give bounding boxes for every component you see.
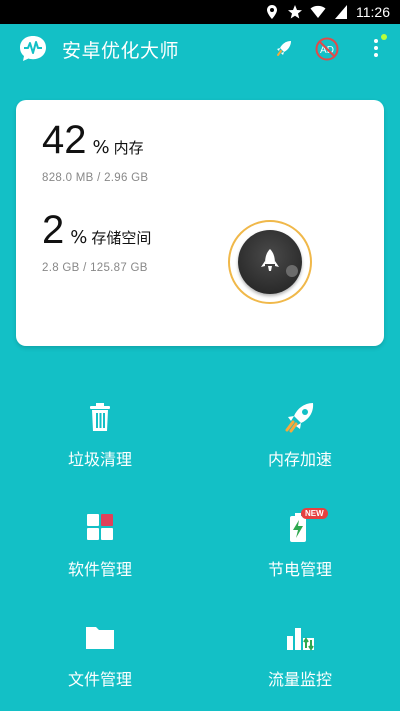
memory-detail: 828.0 MB / 2.96 GB bbox=[42, 172, 149, 184]
trash-icon bbox=[90, 403, 110, 431]
clock: 11:26 bbox=[356, 4, 390, 20]
memory-stat: 42% 内存 828.0 MB / 2.96 GB bbox=[42, 118, 148, 184]
feature-label: 文件管理 bbox=[67, 670, 132, 689]
feature-power-saving[interactable]: NEW 节电管理 bbox=[200, 500, 400, 600]
feature-label: 节电管理 bbox=[267, 560, 332, 579]
rocket-icon bbox=[261, 249, 279, 271]
memory-percent-unit: % bbox=[92, 137, 110, 158]
rocket-icon bbox=[277, 41, 291, 56]
storage-percent: 2 bbox=[42, 208, 65, 252]
feature-file-manager[interactable]: 文件管理 bbox=[0, 610, 200, 710]
feature-app-manager[interactable]: 软件管理 bbox=[0, 500, 200, 600]
app-title: 安卓优化大师 bbox=[62, 40, 180, 62]
star-icon bbox=[288, 5, 302, 19]
feature-label: 垃圾清理 bbox=[67, 450, 132, 469]
memory-label: 内存 bbox=[113, 139, 144, 157]
status-bar: 11:26 bbox=[0, 0, 400, 24]
rocket-icon bbox=[285, 403, 314, 433]
feature-label: 内存加速 bbox=[267, 450, 332, 469]
app-bar: 安卓优化大师 AD bbox=[0, 24, 400, 72]
notification-dot bbox=[381, 34, 387, 40]
feature-traffic-monitor[interactable]: 流量监控 bbox=[200, 610, 400, 710]
location-icon bbox=[267, 5, 277, 19]
ad-block-button[interactable]: AD bbox=[313, 35, 341, 63]
summary-card: 42% 内存 828.0 MB / 2.96 GB 2% 存储空间 2.8 GB /… bbox=[16, 100, 384, 346]
memory-percent: 42 bbox=[42, 118, 87, 162]
storage-detail: 2.8 GB / 125.87 GB bbox=[42, 262, 148, 274]
feature-junk-clean[interactable]: 垃圾清理 bbox=[0, 390, 200, 490]
storage-label: 存储空间 bbox=[91, 229, 152, 247]
apps-grid-icon bbox=[87, 514, 113, 540]
wifi-icon bbox=[310, 5, 326, 18]
storage-stat: 2% 存储空间 2.8 GB / 125.87 GB bbox=[42, 208, 151, 274]
boost-knob bbox=[286, 265, 298, 277]
feature-memory-boost[interactable]: 内存加速 bbox=[200, 390, 400, 490]
storage-percent-unit: % bbox=[70, 227, 88, 248]
ad-block-icon: AD bbox=[315, 37, 339, 61]
boost-action-button[interactable] bbox=[270, 34, 298, 62]
new-badge: NEW bbox=[301, 508, 328, 519]
battery-icon bbox=[335, 5, 347, 19]
traffic-chart-icon bbox=[287, 628, 314, 651]
more-vert-icon bbox=[374, 39, 378, 57]
app-logo-icon bbox=[20, 36, 46, 61]
boost-button[interactable] bbox=[228, 220, 312, 304]
folder-icon bbox=[86, 627, 114, 649]
feature-label: 流量监控 bbox=[267, 670, 332, 689]
feature-label: 软件管理 bbox=[67, 560, 132, 579]
